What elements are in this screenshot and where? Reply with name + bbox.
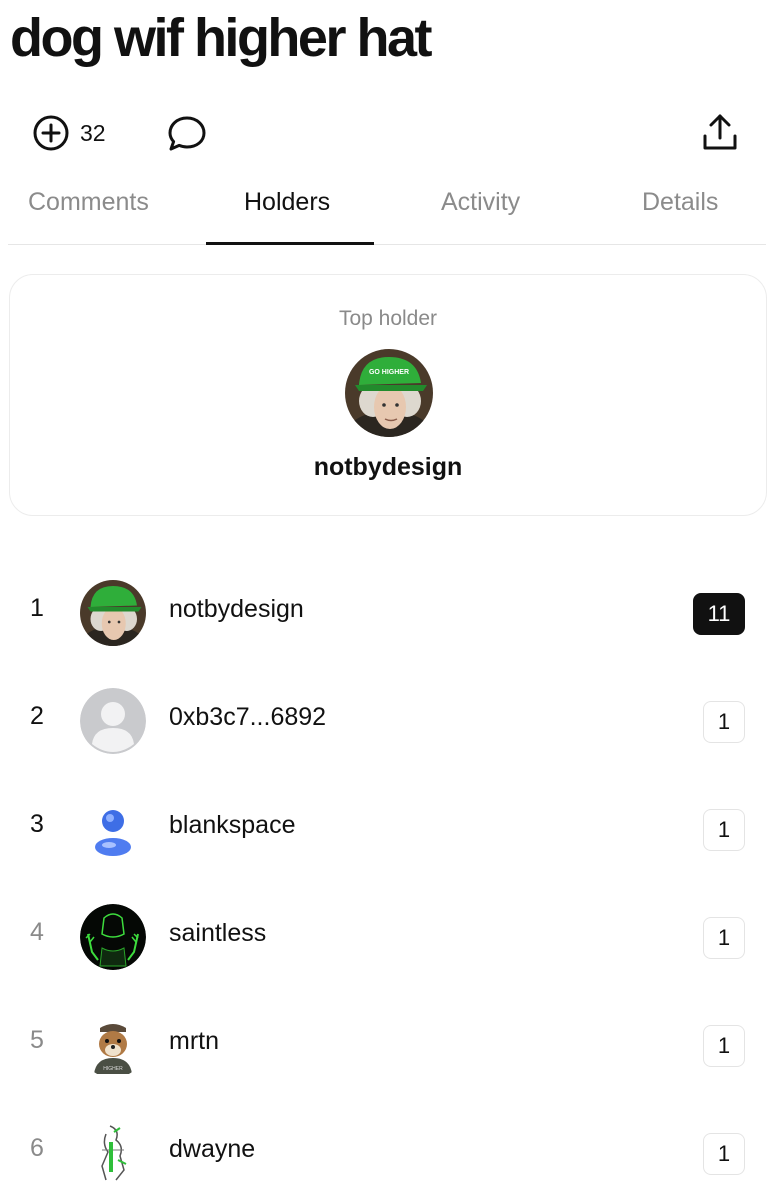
holder-count-badge: 1 <box>703 1133 745 1175</box>
holder-row[interactable]: 2 0xb3c7...6892 1 <box>0 676 768 766</box>
holder-name[interactable]: blankspace <box>169 811 295 840</box>
comment-bubble-icon <box>168 116 206 151</box>
mint-button[interactable]: 32 <box>32 114 106 152</box>
action-bar: 32 <box>0 108 768 160</box>
holder-name[interactable]: saintless <box>169 919 266 948</box>
top-holder-label: Top holder <box>338 307 438 330</box>
holder-rank: 5 <box>30 1026 44 1054</box>
holder-row[interactable]: 4 saintless 1 <box>0 892 768 982</box>
default-avatar-icon <box>80 688 146 754</box>
holder-row[interactable]: 1 notbydesign 11 <box>0 568 768 658</box>
active-tab-indicator <box>206 242 374 245</box>
holder-row[interactable]: 6 dwayne 1 <box>0 1108 768 1198</box>
tab-details[interactable]: Details <box>642 188 718 217</box>
holder-avatar[interactable] <box>80 796 146 862</box>
top-holder-name[interactable]: notbydesign <box>10 453 766 482</box>
holder-avatar[interactable] <box>80 688 146 754</box>
svg-text:HIGHER: HIGHER <box>103 1066 123 1072</box>
holder-name[interactable]: dwayne <box>169 1135 255 1164</box>
svg-text:GO HIGHER: GO HIGHER <box>369 369 409 376</box>
holder-row[interactable]: 5 HIGHER mrtn 1 <box>0 1000 768 1090</box>
holder-rank: 1 <box>30 594 44 622</box>
holder-count-badge: 1 <box>703 1025 745 1067</box>
holder-avatar[interactable] <box>80 580 146 646</box>
holder-count-badge: 1 <box>703 809 745 851</box>
holder-name[interactable]: notbydesign <box>169 595 304 624</box>
plus-circle-icon <box>33 115 69 151</box>
page-title: dog wif higher hat <box>10 8 432 68</box>
sketch-figure-icon <box>80 1120 146 1186</box>
holder-rank: 6 <box>30 1134 44 1162</box>
holder-rank: 2 <box>30 702 44 730</box>
neon-figure-icon <box>80 904 146 970</box>
share-upload-icon <box>703 114 737 150</box>
blue-person-icon <box>80 796 146 862</box>
holder-avatar[interactable] <box>80 904 146 970</box>
holder-avatar[interactable]: HIGHER <box>80 1012 146 1078</box>
holder-avatar[interactable] <box>80 1120 146 1186</box>
holder-rank: 4 <box>30 918 44 946</box>
comment-button[interactable] <box>166 114 208 159</box>
holder-rank: 3 <box>30 810 44 838</box>
holder-name[interactable]: 0xb3c7...6892 <box>169 703 326 732</box>
green-cap-portrait-icon: GO HIGHER <box>345 349 433 437</box>
tab-bar: Comments Holders Activity Details <box>8 178 766 245</box>
tab-activity[interactable]: Activity <box>441 188 520 217</box>
mint-count: 32 <box>80 119 106 146</box>
holder-count-badge: 1 <box>703 917 745 959</box>
tab-comments[interactable]: Comments <box>28 188 149 217</box>
holder-row[interactable]: 3 blankspace 1 <box>0 784 768 874</box>
holder-count-badge: 11 <box>693 593 745 635</box>
top-holder-card: Top holder GO HIGHER notbydesign <box>9 274 767 516</box>
dog-with-cap-icon: HIGHER <box>80 1012 146 1078</box>
holder-name[interactable]: mrtn <box>169 1027 219 1056</box>
share-button[interactable] <box>700 112 740 159</box>
top-holder-avatar[interactable]: GO HIGHER <box>345 349 433 437</box>
holder-count-badge: 1 <box>703 701 745 743</box>
green-cap-portrait-icon <box>80 580 146 646</box>
tab-holders[interactable]: Holders <box>244 188 330 217</box>
